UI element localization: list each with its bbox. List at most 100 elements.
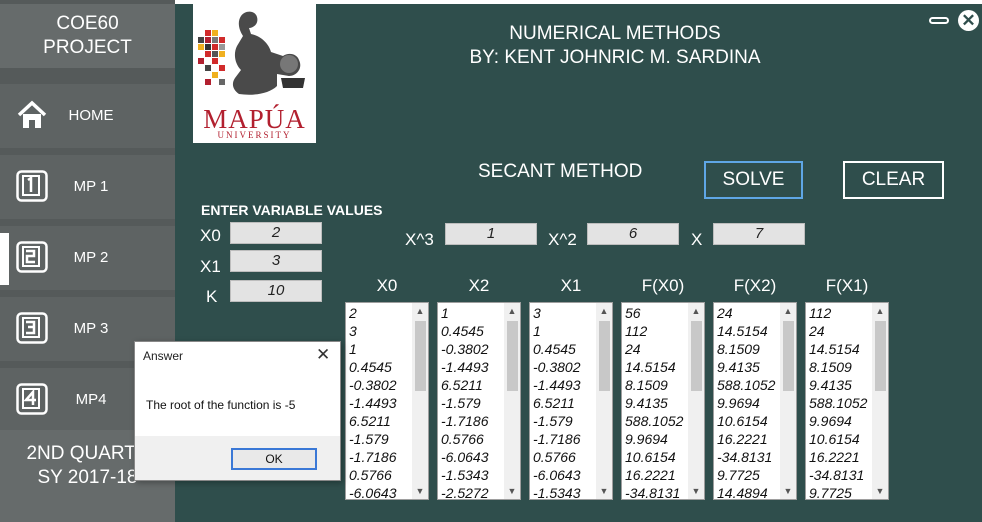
sidebar-item-mp1[interactable]: MP 1 xyxy=(0,155,175,219)
list-item[interactable]: 10.6154 xyxy=(717,412,781,430)
results-listbox[interactable]: 1 0.4545 -0.3802 -1.4493 6.5211 -1.579 -1.7186… xyxy=(437,302,521,500)
list-item[interactable]: 16.2221 xyxy=(625,466,689,484)
list-item[interactable]: 9.9694 xyxy=(625,430,689,448)
scrollbar[interactable]: ▲ ▼ xyxy=(872,303,888,499)
results-listbox[interactable]: 24 14.5154 8.1509 9.4135 588.1052 9.9694 10.61… xyxy=(713,302,797,500)
scrollbar[interactable]: ▲ ▼ xyxy=(780,303,796,499)
list-item[interactable]: 16.2221 xyxy=(717,430,781,448)
list-item[interactable]: -1.7186 xyxy=(533,430,597,448)
x3-coefficient-input[interactable]: 1 xyxy=(445,223,537,245)
scroll-thumb[interactable] xyxy=(783,321,794,391)
scrollbar[interactable]: ▲ ▼ xyxy=(504,303,520,499)
list-item[interactable]: 112 xyxy=(625,322,689,340)
x2-coefficient-input[interactable]: 6 xyxy=(587,223,679,245)
list-item[interactable]: 24 xyxy=(625,340,689,358)
scrollbar[interactable]: ▲ ▼ xyxy=(596,303,612,499)
list-item[interactable]: 10.6154 xyxy=(809,430,873,448)
list-item[interactable]: 9.4135 xyxy=(717,358,781,376)
list-item[interactable]: 0.5766 xyxy=(349,466,413,484)
list-item[interactable]: -0.3802 xyxy=(441,340,505,358)
list-item[interactable]: -0.3802 xyxy=(533,358,597,376)
list-item[interactable]: 8.1509 xyxy=(809,358,873,376)
list-item[interactable]: -6.0643 xyxy=(441,448,505,466)
list-item[interactable]: 9.7725 xyxy=(809,484,873,499)
scroll-up-icon[interactable]: ▲ xyxy=(688,303,704,319)
scroll-up-icon[interactable]: ▲ xyxy=(412,303,428,319)
list-item[interactable]: 112 xyxy=(809,304,873,322)
list-item[interactable]: 588.1052 xyxy=(809,394,873,412)
list-item[interactable]: -1.4493 xyxy=(533,376,597,394)
list-item[interactable]: 56 xyxy=(625,304,689,322)
list-item[interactable]: 1 xyxy=(349,340,413,358)
list-item[interactable]: -2.5272 xyxy=(441,484,505,499)
scrollbar[interactable]: ▲ ▼ xyxy=(688,303,704,499)
list-item[interactable]: -1.579 xyxy=(533,412,597,430)
scroll-up-icon[interactable]: ▲ xyxy=(504,303,520,319)
scroll-thumb[interactable] xyxy=(507,321,518,391)
clear-button[interactable]: CLEAR xyxy=(843,161,944,199)
list-item[interactable]: 1 xyxy=(441,304,505,322)
scroll-up-icon[interactable]: ▲ xyxy=(780,303,796,319)
scroll-down-icon[interactable]: ▼ xyxy=(688,483,704,499)
list-item[interactable]: -34.8131 xyxy=(717,448,781,466)
list-item[interactable]: -34.8131 xyxy=(809,466,873,484)
list-item[interactable]: -0.3802 xyxy=(349,376,413,394)
results-listbox[interactable]: 3 1 0.4545 -0.3802 -1.4493 6.5211 -1.579 -1.718… xyxy=(529,302,613,500)
list-item[interactable]: -1.5343 xyxy=(533,484,597,499)
list-item[interactable]: -6.0643 xyxy=(533,466,597,484)
x0-input[interactable]: 2 xyxy=(230,222,322,244)
list-item[interactable]: 24 xyxy=(717,304,781,322)
scrollbar[interactable]: ▲ ▼ xyxy=(412,303,428,499)
scroll-down-icon[interactable]: ▼ xyxy=(412,483,428,499)
results-listbox[interactable]: 112 24 14.5154 8.1509 9.4135 588.1052 9.9694 10… xyxy=(805,302,889,500)
list-item[interactable]: -1.7186 xyxy=(441,412,505,430)
sidebar-item-mp2[interactable]: MP 2 xyxy=(0,226,175,290)
list-item[interactable]: 14.5154 xyxy=(625,358,689,376)
results-listbox[interactable]: 56 112 24 14.5154 8.1509 9.4135 588.1052 9.9694… xyxy=(621,302,705,500)
list-item[interactable]: -1.579 xyxy=(349,430,413,448)
x-coefficient-input[interactable]: 7 xyxy=(713,223,805,245)
minimize-button[interactable] xyxy=(929,17,949,24)
list-item[interactable]: 2 xyxy=(349,304,413,322)
list-item[interactable]: -6.0643 xyxy=(349,484,413,499)
sidebar-item-home[interactable]: HOME xyxy=(0,84,175,148)
list-item[interactable]: 0.5766 xyxy=(533,448,597,466)
list-item[interactable]: -1.4493 xyxy=(349,394,413,412)
list-item[interactable]: 8.1509 xyxy=(625,376,689,394)
list-item[interactable]: 9.4135 xyxy=(809,376,873,394)
dialog-close-icon[interactable]: ✕ xyxy=(316,346,330,364)
scroll-down-icon[interactable]: ▼ xyxy=(596,483,612,499)
list-item[interactable]: 588.1052 xyxy=(625,412,689,430)
list-item[interactable]: 6.5211 xyxy=(441,376,505,394)
list-item[interactable]: 0.4545 xyxy=(533,340,597,358)
scroll-thumb[interactable] xyxy=(875,321,886,391)
list-item[interactable]: -1.5343 xyxy=(441,466,505,484)
list-item[interactable]: 10.6154 xyxy=(625,448,689,466)
list-item[interactable]: 14.5154 xyxy=(809,340,873,358)
scroll-thumb[interactable] xyxy=(599,321,610,391)
scroll-thumb[interactable] xyxy=(691,321,702,391)
list-item[interactable]: 9.9694 xyxy=(809,412,873,430)
list-item[interactable]: -1.579 xyxy=(441,394,505,412)
list-item[interactable]: 14.5154 xyxy=(717,322,781,340)
list-item[interactable]: 588.1052 xyxy=(717,376,781,394)
x1-input[interactable]: 3 xyxy=(230,250,322,272)
list-item[interactable]: -1.4493 xyxy=(441,358,505,376)
k-input[interactable]: 10 xyxy=(230,280,322,302)
list-item[interactable]: 8.1509 xyxy=(717,340,781,358)
list-item[interactable]: -1.7186 xyxy=(349,448,413,466)
ok-button[interactable]: OK xyxy=(231,448,317,470)
list-item[interactable]: -34.8131 xyxy=(625,484,689,499)
list-item[interactable]: 6.5211 xyxy=(349,412,413,430)
scroll-thumb[interactable] xyxy=(415,321,426,391)
scroll-down-icon[interactable]: ▼ xyxy=(780,483,796,499)
list-item[interactable]: 3 xyxy=(533,304,597,322)
list-item[interactable]: 0.4545 xyxy=(349,358,413,376)
list-item[interactable]: 14.4894 xyxy=(717,484,781,499)
list-item[interactable]: 9.9694 xyxy=(717,394,781,412)
scroll-down-icon[interactable]: ▼ xyxy=(504,483,520,499)
results-listbox[interactable]: 2 3 1 0.4545 -0.3802 -1.4493 6.5211 -1.579 -1.71… xyxy=(345,302,429,500)
scroll-up-icon[interactable]: ▲ xyxy=(596,303,612,319)
list-item[interactable]: 9.7725 xyxy=(717,466,781,484)
list-item[interactable]: 0.5766 xyxy=(441,430,505,448)
